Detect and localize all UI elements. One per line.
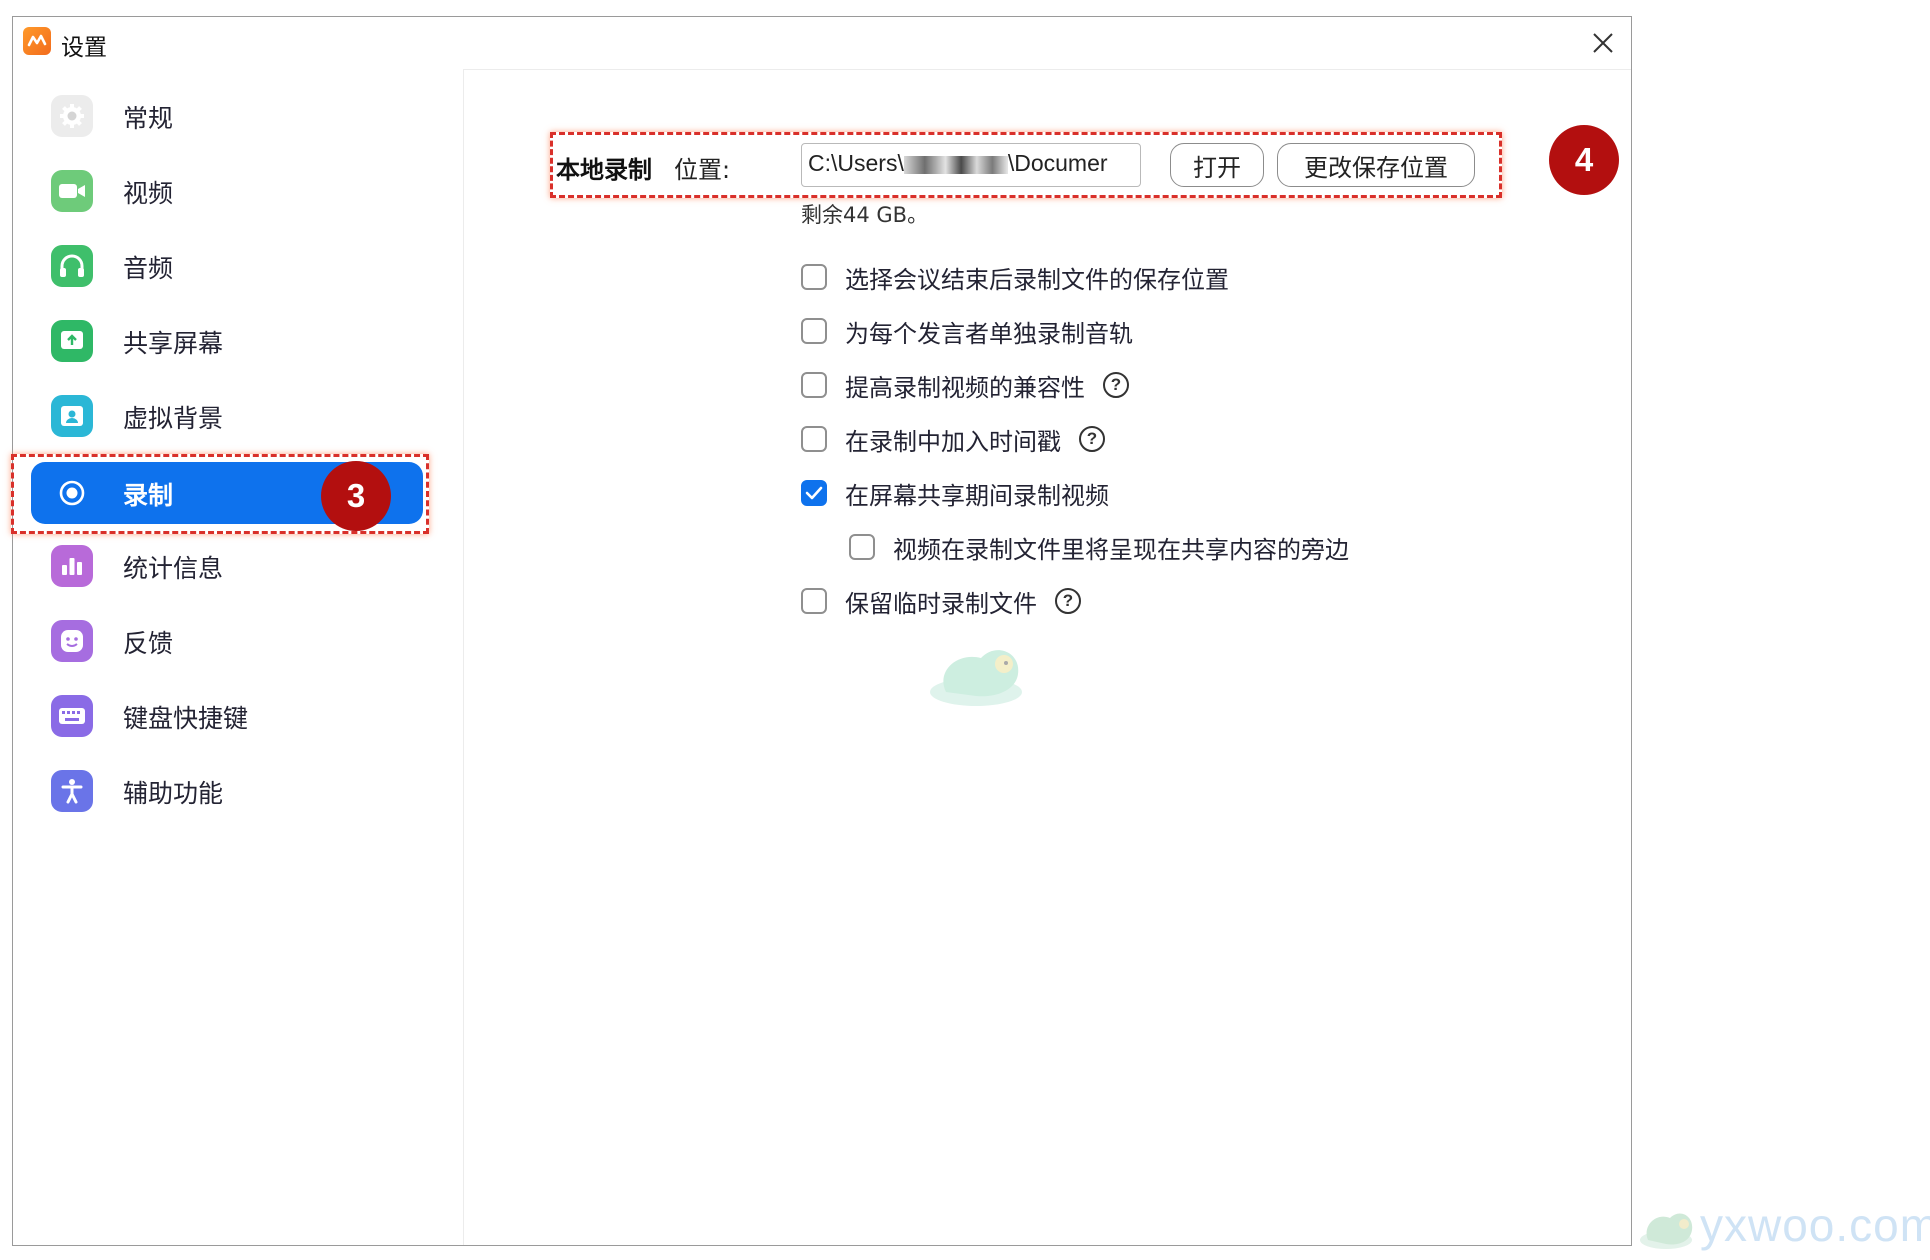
virtual-background-icon (51, 395, 93, 437)
option-keep-temp-files[interactable]: 保留临时录制文件 ? (801, 583, 1081, 619)
headphones-icon (51, 245, 93, 287)
checkbox[interactable] (849, 534, 875, 560)
sidebar-item-accessibility[interactable]: 辅助功能 (31, 760, 423, 822)
watermark-logo-icon (1640, 1213, 1693, 1249)
feedback-smile-icon (51, 620, 93, 662)
sidebar-item-keyboard-shortcuts[interactable]: 键盘快捷键 (31, 685, 423, 747)
annotation-step-4-badge: 4 (1549, 125, 1619, 195)
close-button[interactable] (1583, 23, 1623, 63)
statistics-icon (51, 545, 93, 587)
title-bar: 设置 (13, 17, 1631, 70)
option-video-next-to-shared-content[interactable]: 视频在录制文件里将呈现在共享内容的旁边 (849, 529, 1349, 565)
option-label: 为每个发言者单独录制音轨 (845, 319, 1133, 348)
checkmark-icon (805, 486, 823, 500)
help-question-icon[interactable]: ? (1103, 372, 1129, 398)
checkbox[interactable] (801, 588, 827, 614)
window-title: 设置 (61, 35, 107, 61)
sidebar-item-label: 辅助功能 (123, 779, 224, 808)
sidebar-item-video[interactable]: 视频 (31, 160, 423, 222)
option-choose-location-after-meeting[interactable]: 选择会议结束后录制文件的保存位置 (801, 259, 1229, 295)
settings-sidebar: 常规 视频 音频 共享屏幕 虚拟背景 录制 统计信息 反馈 键盘快捷键 辅助功能… (11, 69, 464, 1245)
checkbox-checked[interactable] (801, 480, 827, 506)
option-add-timestamp[interactable]: 在录制中加入时间戳 ? (801, 421, 1105, 457)
sidebar-item-label: 音频 (123, 254, 174, 283)
sidebar-item-virtual-background[interactable]: 虚拟背景 (31, 385, 423, 447)
checkbox[interactable] (801, 372, 827, 398)
keyboard-icon (51, 695, 93, 737)
video-camera-icon (51, 170, 93, 212)
option-optimize-compatibility[interactable]: 提高录制视频的兼容性 ? (801, 367, 1129, 403)
checkbox[interactable] (801, 264, 827, 290)
option-record-video-during-share[interactable]: 在屏幕共享期间录制视频 (801, 475, 1109, 511)
sidebar-item-label: 常规 (123, 104, 174, 133)
recording-settings-panel: 本地录制 位置: C:\Users\ \Documer 打开 更改保存位置 剩余4… (464, 69, 1631, 1245)
watermark-mascot-icon (930, 650, 1022, 706)
zoom-app-icon (23, 27, 51, 55)
sidebar-item-label: 视频 (123, 179, 174, 208)
sidebar-item-audio[interactable]: 音频 (31, 235, 423, 297)
sidebar-item-label: 虚拟背景 (123, 404, 224, 433)
gear-icon (51, 95, 93, 137)
annotation-step-3-badge: 3 (321, 461, 391, 531)
annotation-highlight-location (550, 132, 1502, 198)
option-label: 在录制中加入时间戳 (845, 427, 1061, 456)
help-question-icon[interactable]: ? (1079, 426, 1105, 452)
sidebar-item-general[interactable]: 常规 (31, 85, 423, 147)
option-separate-audio-per-speaker[interactable]: 为每个发言者单独录制音轨 (801, 313, 1133, 349)
checkbox[interactable] (801, 426, 827, 452)
option-label: 选择会议结束后录制文件的保存位置 (845, 265, 1229, 294)
sidebar-item-share-screen[interactable]: 共享屏幕 (31, 310, 423, 372)
option-label: 在屏幕共享期间录制视频 (845, 481, 1109, 510)
option-label: 保留临时录制文件 (845, 589, 1037, 618)
sidebar-item-statistics[interactable]: 统计信息 (31, 535, 423, 597)
sidebar-item-label: 统计信息 (123, 554, 224, 583)
settings-window: 设置 常规 视频 音频 共享屏幕 虚拟背景 录制 统计信息 反馈 键盘快捷键 辅… (11, 16, 1632, 1246)
share-screen-icon (51, 320, 93, 362)
option-label: 视频在录制文件里将呈现在共享内容的旁边 (893, 535, 1349, 564)
sidebar-item-label: 共享屏幕 (123, 329, 224, 358)
accessibility-icon (51, 770, 93, 812)
sidebar-item-feedback[interactable]: 反馈 (31, 610, 423, 672)
help-question-icon[interactable]: ? (1055, 588, 1081, 614)
option-label: 提高录制视频的兼容性 (845, 373, 1085, 402)
free-space-text: 剩余44 GB。 (801, 203, 929, 227)
checkbox[interactable] (801, 318, 827, 344)
watermark-text: yxwoo.com (1700, 1199, 1930, 1251)
sidebar-item-label: 键盘快捷键 (123, 704, 249, 733)
close-icon (1593, 33, 1613, 53)
sidebar-item-label: 反馈 (123, 629, 174, 658)
